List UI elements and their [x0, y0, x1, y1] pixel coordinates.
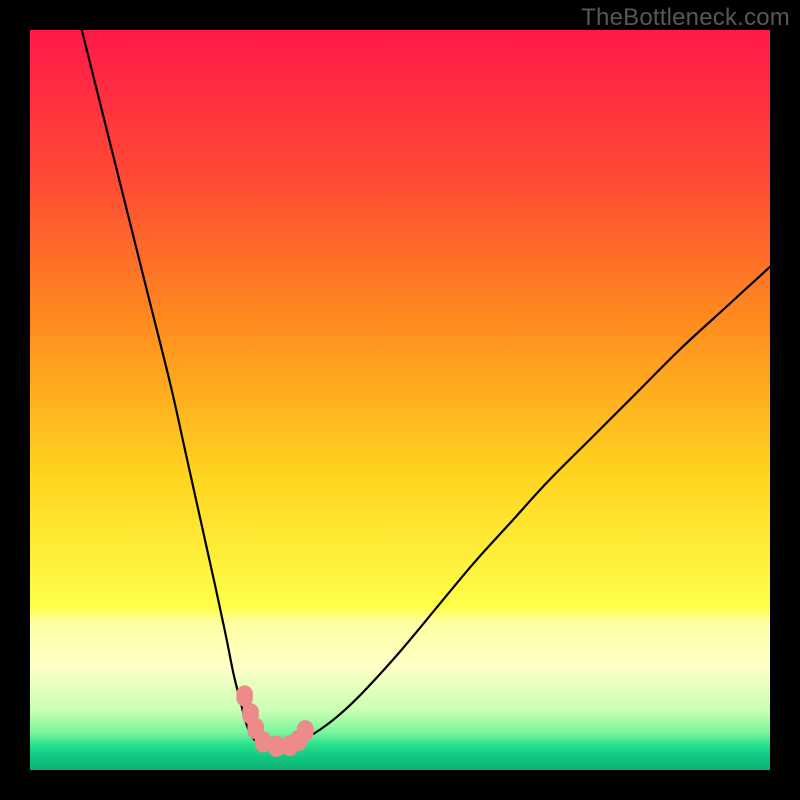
- chart-frame: TheBottleneck.com: [0, 0, 800, 800]
- chart-background: [30, 30, 770, 770]
- marker-7: [297, 720, 314, 741]
- watermark-text: TheBottleneck.com: [581, 4, 790, 32]
- chart-canvas: [30, 30, 770, 770]
